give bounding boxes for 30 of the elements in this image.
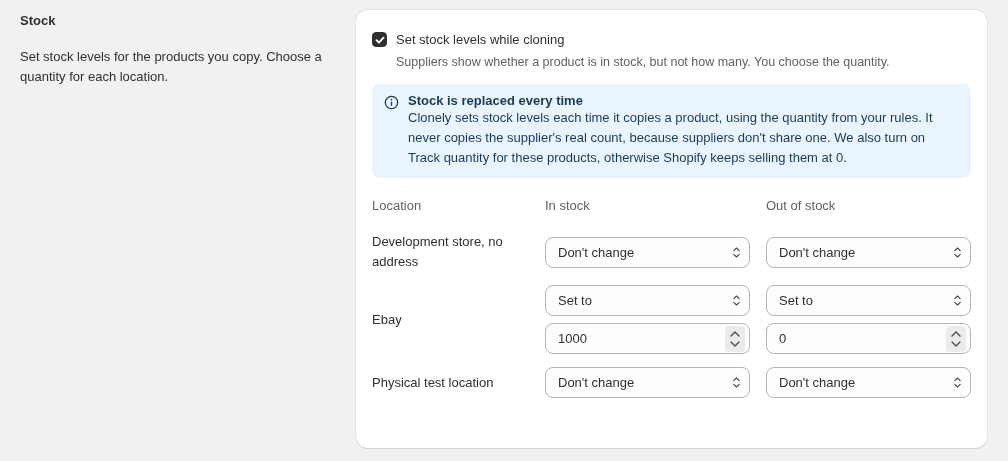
- dropdown[interactable]: Don't change: [766, 367, 971, 398]
- dropdown[interactable]: Don't change: [766, 236, 971, 268]
- quantity-field[interactable]: 0: [766, 323, 971, 354]
- help-text: Suppliers show whether a product is in stock, but not how many. You choose the quantity.: [396, 55, 891, 69]
- banner-title: Stock is replaced every time: [408, 93, 584, 108]
- section-description: Set stock levels for the products you copy. Choose a quantity for each location.: [20, 48, 323, 86]
- column-header: In stock: [545, 198, 591, 215]
- column-header: Location: [372, 198, 423, 215]
- banner-text: Clonely sets stock levels each time it copies a product, using the quantity from your rules. It never copies the supplier's real count, because suppliers don't share one. We also turn on Track quantity for these products, otherwise Shopify keeps selling them at 0.: [408, 109, 934, 167]
- section-title: Stock: [20, 13, 57, 28]
- chevron-icon: [732, 245, 741, 259]
- stepper-icon[interactable]: [946, 325, 966, 352]
- dropdown[interactable]: Don't change: [545, 367, 750, 398]
- dropdown[interactable]: Don't change: [545, 236, 750, 268]
- dropdown[interactable]: Set to: [766, 285, 971, 316]
- checkbox[interactable]: [372, 32, 387, 47]
- checkbox-label: Set stock levels while cloning: [396, 32, 565, 47]
- quantity-field[interactable]: 1000: [545, 323, 750, 354]
- chevron-icon: [953, 294, 962, 307]
- chevron-icon: [732, 376, 741, 389]
- location-name: Development store, no address: [372, 233, 504, 271]
- info-icon: [384, 95, 399, 110]
- chevron-icon: [953, 245, 962, 259]
- column-header: Out of stock: [766, 198, 837, 215]
- dropdown[interactable]: Set to: [545, 285, 750, 316]
- location-name: Ebay: [372, 310, 403, 329]
- chevron-icon: [732, 294, 741, 307]
- chevron-icon: [953, 376, 962, 389]
- stepper-icon[interactable]: [725, 325, 745, 352]
- location-name: Physical test location: [372, 373, 495, 392]
